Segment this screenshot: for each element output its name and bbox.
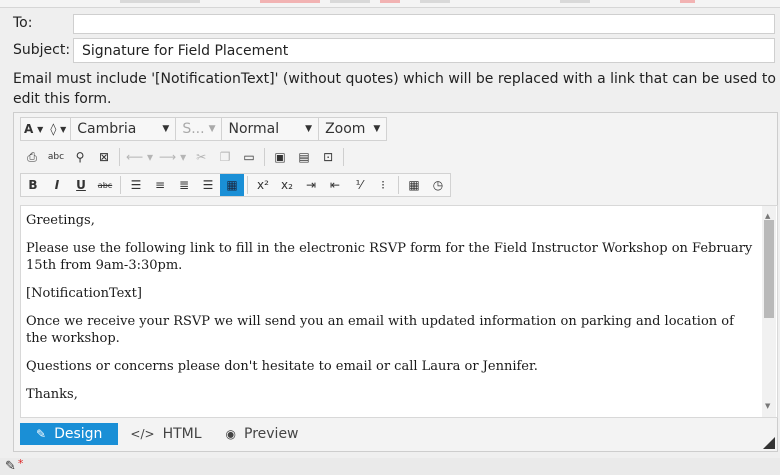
content-paragraph: Thanks, xyxy=(26,387,78,402)
toolbar-row-3: B I U abc ☰ ≡ ≣ ☰ ▦ x² x₂ ⇥ ⇤ ⅟ ⁝ ▦ ◷ xyxy=(20,173,451,197)
superscript-icon[interactable]: x² xyxy=(251,174,275,196)
content-paragraph: Please use the following link to fill in… xyxy=(26,241,753,273)
numbered-list-icon[interactable]: ⅟ xyxy=(347,174,371,196)
toolbar-separator xyxy=(398,176,399,194)
code-icon: </> xyxy=(130,427,155,441)
font-family-dropdown[interactable]: Cambria ▼ xyxy=(70,118,175,140)
font-size-dropdown[interactable]: S... ▼ xyxy=(175,118,221,140)
outdent-icon[interactable]: ⇤ xyxy=(323,174,347,196)
html-mode-tab[interactable]: </> HTML xyxy=(118,423,213,445)
subject-input[interactable]: Signature for Field Placement xyxy=(73,38,775,63)
toolbar-row-2: ⎙ abc ⚲ ⊠ ⟵ ▾ ⟶ ▾ ✂ ❐ ▭ ▣ ▤ ⊡ xyxy=(20,145,347,169)
paragraph-style-dropdown[interactable]: Normal ▼ xyxy=(221,118,318,140)
bulleted-list-icon[interactable]: ⁝ xyxy=(371,174,395,196)
select-all-icon[interactable]: ⊠ xyxy=(92,146,116,168)
to-label: To: xyxy=(13,15,33,31)
content-paragraph: Once we receive your RSVP we will send y… xyxy=(26,314,734,346)
toolbar-separator xyxy=(247,176,248,194)
paste-word-icon[interactable]: ▣ xyxy=(268,146,292,168)
preview-mode-tab[interactable]: ◉ Preview xyxy=(214,423,311,445)
eye-icon: ◉ xyxy=(225,427,237,441)
undo-icon[interactable]: ⟵ ▾ xyxy=(123,146,156,168)
italic-icon[interactable]: I xyxy=(45,174,69,196)
notification-hint: Email must include '[NotificationText]' … xyxy=(13,71,776,107)
indent-icon[interactable]: ⇥ xyxy=(299,174,323,196)
copy-icon[interactable]: ❐ xyxy=(213,146,237,168)
required-asterisk: * xyxy=(17,456,24,470)
toolbar-separator xyxy=(264,148,266,166)
justify-icon[interactable]: ☰ xyxy=(196,174,220,196)
to-row: To: xyxy=(0,10,780,36)
pencil-icon: ✎ xyxy=(5,458,16,474)
bold-icon[interactable]: B xyxy=(21,174,45,196)
align-right-icon[interactable]: ≣ xyxy=(172,174,196,196)
print-icon[interactable]: ⎙ xyxy=(20,146,44,168)
required-indicator: ✎ * xyxy=(5,456,24,474)
subject-row: Subject: Signature for Field Placement xyxy=(0,38,780,66)
find-icon[interactable]: ⚲ xyxy=(68,146,92,168)
scrollbar-thumb[interactable] xyxy=(764,220,774,318)
subscript-icon[interactable]: x₂ xyxy=(275,174,299,196)
scroll-down-icon[interactable]: ▼ xyxy=(765,398,770,415)
editor-content[interactable]: Greetings, Please use the following link… xyxy=(20,205,778,418)
redo-icon[interactable]: ⟶ ▾ xyxy=(156,146,189,168)
subject-label: Subject: xyxy=(13,42,71,58)
editor-mode-bar: ✎ Design </> HTML ◉ Preview xyxy=(20,423,772,445)
highlight-icon: ◊ xyxy=(50,122,57,136)
content-paragraph: [NotificationText] xyxy=(26,286,142,301)
paste-html-icon[interactable]: ⊡ xyxy=(316,146,340,168)
spellcheck-icon[interactable]: abc xyxy=(44,146,68,168)
toolbar-separator xyxy=(119,148,120,166)
pencil-icon: ✎ xyxy=(36,427,47,441)
top-strip-cutoff xyxy=(0,0,780,7)
cut-icon[interactable]: ✂ xyxy=(189,146,213,168)
align-left-icon[interactable]: ☰ xyxy=(124,174,148,196)
rich-text-editor: A ▼ ◊ ▼ Cambria ▼ S... ▼ Normal ▼ Zoom ▼ ⎙ a… xyxy=(13,112,778,452)
insert-time-icon[interactable]: ◷ xyxy=(426,174,450,196)
to-input[interactable] xyxy=(73,14,775,34)
toolbar-row-1: A ▼ ◊ ▼ Cambria ▼ S... ▼ Normal ▼ Zoom ▼ xyxy=(20,117,388,141)
content-paragraph: Greetings, xyxy=(26,213,95,228)
highlight-color-button[interactable]: ◊ ▼ xyxy=(46,118,70,140)
editor-scrollbar[interactable]: ▲ ▼ xyxy=(762,206,776,417)
insert-date-icon[interactable]: ▦ xyxy=(402,174,426,196)
paste-icon[interactable]: ▭ xyxy=(237,146,261,168)
content-paragraph: Questions or concerns please don't hesit… xyxy=(26,359,538,374)
underline-icon[interactable]: U xyxy=(69,174,93,196)
font-color-button[interactable]: A ▼ xyxy=(21,118,46,140)
toolbar-separator xyxy=(343,148,345,166)
zoom-dropdown[interactable]: Zoom ▼ xyxy=(318,118,386,140)
resize-handle[interactable] xyxy=(763,437,775,449)
align-center-icon[interactable]: ≡ xyxy=(148,174,172,196)
format-stripper-icon[interactable]: ▦ xyxy=(220,174,244,196)
paste-text-icon[interactable]: ▤ xyxy=(292,146,316,168)
toolbar-separator xyxy=(120,176,121,194)
strikethrough-icon[interactable]: abc xyxy=(93,174,117,196)
design-mode-tab[interactable]: ✎ Design xyxy=(20,423,119,445)
